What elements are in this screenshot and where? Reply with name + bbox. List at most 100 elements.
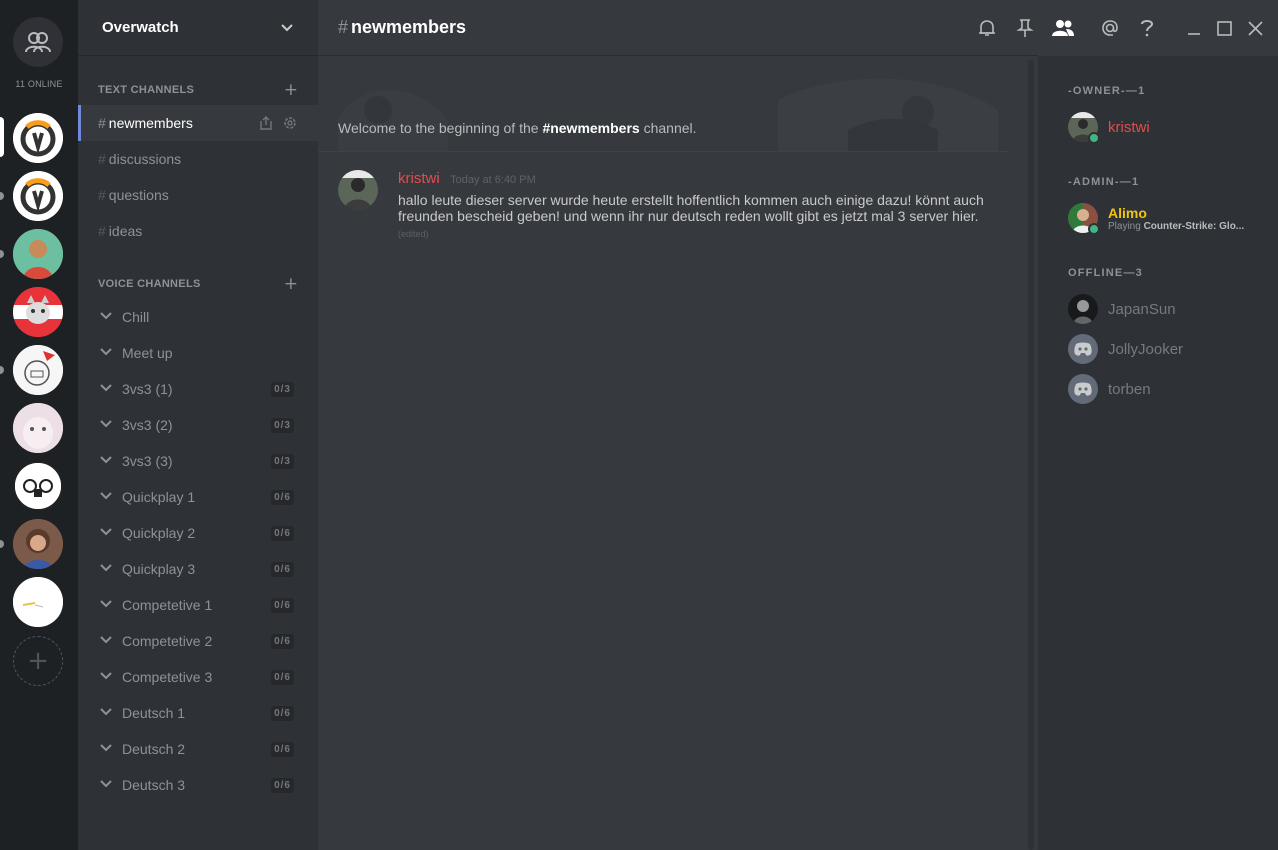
add-server-button[interactable]: + [13, 636, 63, 686]
voice-channel-label: Deutsch 3 [122, 777, 186, 793]
voice-channel-label: 3vs3 (2) [122, 417, 173, 433]
chevron-down-icon[interactable] [100, 743, 114, 755]
minimize-icon[interactable] [1187, 22, 1201, 36]
members-icon[interactable] [1051, 18, 1075, 38]
chevron-down-icon[interactable] [100, 671, 114, 683]
server-unread-pip [0, 366, 4, 374]
offline-header: OFFLINE—3 [1068, 267, 1143, 279]
voice-channel-label: Quickplay 2 [122, 525, 196, 541]
server-icon-3[interactable] [13, 229, 63, 279]
friends-home-button[interactable] [13, 17, 63, 67]
user-limit-badge: 0/6 [271, 525, 294, 541]
server-icon-5[interactable] [13, 345, 63, 395]
voice-channel[interactable]: 3vs3 (3) 0/3 [78, 443, 318, 479]
voice-channel[interactable]: Chill [78, 299, 318, 335]
voice-channel[interactable]: Quickplay 1 0/6 [78, 479, 318, 515]
server-rail: 11 ONLINE + [0, 0, 78, 850]
chevron-down-icon [281, 23, 293, 31]
voice-channel-label: Competetive 1 [122, 597, 213, 613]
chevron-down-icon[interactable] [100, 491, 114, 503]
avatar[interactable] [338, 170, 378, 210]
channel-discussions[interactable]: # discussions [78, 141, 318, 177]
hash-icon: # [98, 115, 106, 131]
channel-newmembers[interactable]: # newmembers [78, 105, 318, 141]
avatar [1068, 294, 1098, 324]
server-icon-overwatch-2[interactable] [13, 171, 63, 221]
discord-logo-icon [1074, 342, 1092, 356]
chevron-down-icon[interactable] [100, 455, 114, 467]
friends-icon [25, 32, 51, 53]
voice-channel[interactable]: Deutsch 1 0/6 [78, 695, 318, 731]
voice-channel[interactable]: Quickplay 3 0/6 [78, 551, 318, 587]
channel-ideas[interactable]: # ideas [78, 213, 318, 249]
chevron-down-icon[interactable] [100, 779, 114, 791]
voice-channels-category[interactable]: VOICE CHANNELS [98, 278, 201, 290]
chevron-down-icon[interactable] [100, 347, 114, 359]
voice-channel-label: Competetive 2 [122, 633, 213, 649]
help-icon[interactable] [1139, 18, 1155, 38]
server-icon-8[interactable] [13, 519, 63, 569]
member-jollyjooker[interactable]: JollyJooker [1068, 331, 1268, 367]
add-text-channel-button[interactable]: + [284, 80, 298, 100]
welcome-text: Welcome to the beginning of the #newmemb… [338, 120, 697, 136]
chevron-down-icon[interactable] [100, 419, 114, 431]
channel-questions[interactable]: # questions [78, 177, 318, 213]
person-avatar-icon [13, 229, 63, 279]
chevron-down-icon[interactable] [100, 707, 114, 719]
chevron-down-icon[interactable] [100, 383, 114, 395]
invite-icon[interactable] [258, 115, 274, 131]
chat-scrollbar[interactable] [1028, 60, 1034, 850]
server-icon-7[interactable] [13, 461, 63, 511]
channel-label: discussions [108, 151, 182, 167]
voice-channel-label: Deutsch 1 [122, 705, 186, 721]
user-limit-badge: 0/6 [271, 633, 294, 649]
member-torben[interactable]: torben [1068, 371, 1268, 407]
server-icon-overwatch-1[interactable] [13, 113, 63, 163]
voice-channel[interactable]: Competetive 2 0/6 [78, 623, 318, 659]
member-list: -OWNER-—1 kristwi -ADMIN-—1 Alimo Playin… [1038, 56, 1278, 850]
channel-label: ideas [108, 223, 143, 239]
photo-avatar-icon [338, 170, 378, 210]
member-alimo[interactable]: Alimo Playing Counter-Strike: Glo... [1068, 200, 1268, 236]
voice-channel[interactable]: Competetive 1 0/6 [78, 587, 318, 623]
add-voice-channel-button[interactable]: + [284, 274, 298, 294]
bell-icon[interactable] [977, 18, 997, 38]
guild-header[interactable]: Overwatch [78, 0, 318, 56]
active-server-indicator [0, 117, 4, 157]
voice-channel[interactable]: Quickplay 2 0/6 [78, 515, 318, 551]
voice-channel[interactable]: Deutsch 3 0/6 [78, 767, 318, 803]
server-icon-9[interactable] [13, 577, 63, 627]
mention-icon[interactable] [1100, 18, 1120, 38]
drawing-avatar-icon [13, 345, 63, 395]
member-name: JapanSun [1108, 300, 1176, 318]
voice-channel[interactable]: Competetive 3 0/6 [78, 659, 318, 695]
message-author[interactable]: kristwi [398, 170, 440, 187]
member-kristwi[interactable]: kristwi [1068, 109, 1268, 145]
server-icon-6[interactable] [13, 403, 63, 453]
voice-channel[interactable]: Meet up [78, 335, 318, 371]
chevron-down-icon[interactable] [100, 599, 114, 611]
text-channels-category[interactable]: TEXT CHANNELS [98, 84, 194, 96]
voice-channel-label: Chill [122, 309, 150, 325]
voice-channel[interactable]: Deutsch 2 0/6 [78, 731, 318, 767]
overwatch-logo-icon [13, 113, 63, 163]
voice-channel[interactable]: 3vs3 (2) 0/3 [78, 407, 318, 443]
voice-channel[interactable]: 3vs3 (1) 0/3 [78, 371, 318, 407]
chevron-down-icon[interactable] [100, 311, 114, 323]
maximize-icon[interactable] [1217, 21, 1232, 36]
server-icon-4[interactable] [13, 287, 63, 337]
close-icon[interactable] [1248, 21, 1263, 36]
gear-icon[interactable] [282, 115, 298, 131]
portrait-avatar-icon [13, 519, 63, 569]
member-name: torben [1108, 380, 1151, 398]
chevron-down-icon[interactable] [100, 527, 114, 539]
chevron-down-icon[interactable] [100, 563, 114, 575]
avatar [1068, 203, 1100, 235]
pin-icon[interactable] [1015, 18, 1035, 38]
channel-label: questions [108, 187, 169, 203]
server-unread-pip [0, 192, 4, 200]
member-japansun[interactable]: JapanSun [1068, 291, 1268, 327]
chevron-down-icon[interactable] [100, 635, 114, 647]
channel-welcome-banner: Welcome to the beginning of the #newmemb… [318, 60, 1008, 152]
server-unread-pip [0, 250, 4, 258]
